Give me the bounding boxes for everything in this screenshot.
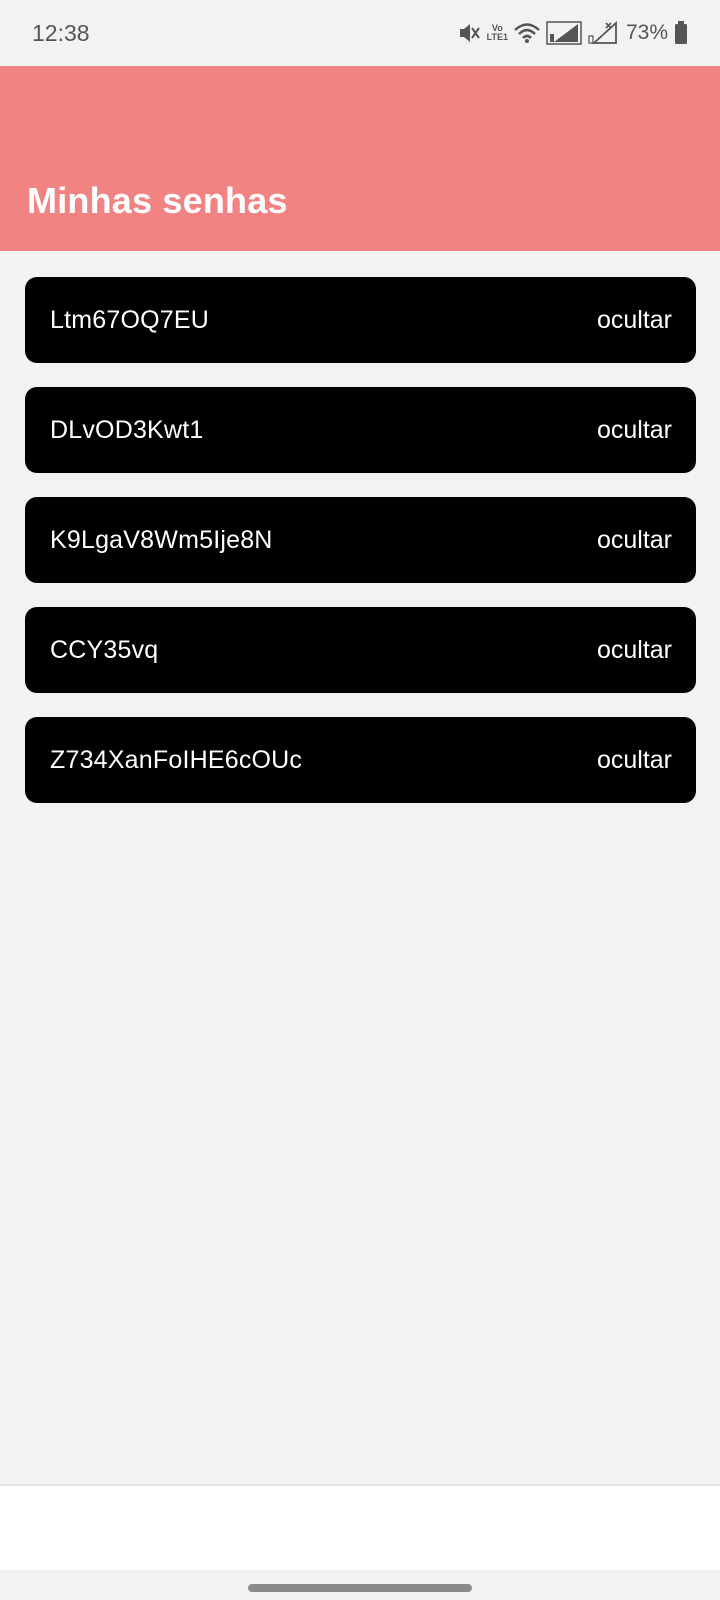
wifi-icon <box>514 22 540 44</box>
volte-label-bottom: LTE1 <box>486 32 508 42</box>
password-value: Z734XanFoIHE6cOUc <box>50 745 303 774</box>
battery-percent: 73% <box>625 21 668 44</box>
hide-password-button[interactable]: ocultar <box>597 636 672 665</box>
hide-password-button[interactable]: ocultar <box>597 306 672 335</box>
password-item: CCY35vq ocultar <box>25 607 696 693</box>
password-item: K9LgaV8Wm5Ije8N ocultar <box>25 497 696 583</box>
hide-password-button[interactable]: ocultar <box>597 526 672 555</box>
page-title: Minhas senhas <box>27 180 288 221</box>
password-value: CCY35vq <box>50 635 159 664</box>
home-gesture-handle[interactable] <box>248 1584 472 1592</box>
status-icons: Vo LTE1 73% <box>457 21 688 45</box>
password-list: Ltm67OQ7EU ocultar DLvOD3Kwt1 ocultar K9… <box>25 277 696 827</box>
status-time: 12:38 <box>32 19 90 46</box>
password-value: Ltm67OQ7EU <box>50 305 210 334</box>
app-header: Minhas senhas <box>0 66 720 251</box>
volte-icon: Vo LTE1 <box>487 24 508 42</box>
signal-icon <box>546 21 582 45</box>
password-item: DLvOD3Kwt1 ocultar <box>25 387 696 473</box>
password-item: Z734XanFoIHE6cOUc ocultar <box>25 717 696 803</box>
status-bar: 12:38 Vo LTE1 73% <box>0 0 720 66</box>
battery-icon <box>674 21 688 45</box>
password-item: Ltm67OQ7EU ocultar <box>25 277 696 363</box>
mute-icon <box>457 22 481 44</box>
password-value: DLvOD3Kwt1 <box>50 415 204 444</box>
no-signal-icon <box>588 21 618 45</box>
bottom-bar <box>0 1484 720 1570</box>
password-value: K9LgaV8Wm5Ije8N <box>50 525 273 554</box>
hide-password-button[interactable]: ocultar <box>597 416 672 445</box>
hide-password-button[interactable]: ocultar <box>597 746 672 775</box>
